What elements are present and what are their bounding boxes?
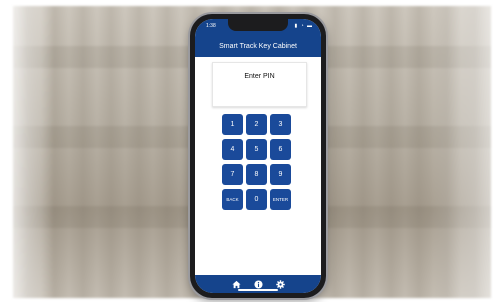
status-bar: 1:38 ▮ ◔ ▬ xyxy=(195,19,321,35)
key-0[interactable]: 0 xyxy=(246,189,267,210)
phone-notch xyxy=(228,19,288,31)
key-1[interactable]: 1 xyxy=(222,114,243,135)
pin-display[interactable]: Enter PIN xyxy=(212,62,307,107)
key-6[interactable]: 6 xyxy=(270,139,291,160)
key-4[interactable]: 4 xyxy=(222,139,243,160)
phone-screen: 1:38 ▮ ◔ ▬ Smart Track Key Cabinet Enter… xyxy=(195,19,321,293)
enter-button[interactable]: ENTER xyxy=(270,189,291,210)
pin-prompt: Enter PIN xyxy=(244,73,275,80)
status-time: 1:38 xyxy=(206,23,216,29)
phone-frame: 1:38 ▮ ◔ ▬ Smart Track Key Cabinet Enter… xyxy=(190,14,326,298)
app-title: Smart Track Key Cabinet xyxy=(219,42,297,50)
app-title-bar: Smart Track Key Cabinet xyxy=(195,35,321,57)
key-8[interactable]: 8 xyxy=(246,164,267,185)
back-button[interactable]: BACK xyxy=(222,189,243,210)
status-icons: ▮ ◔ ▬ xyxy=(294,23,313,29)
key-7[interactable]: 7 xyxy=(222,164,243,185)
key-5[interactable]: 5 xyxy=(246,139,267,160)
key-2[interactable]: 2 xyxy=(246,114,267,135)
key-3[interactable]: 3 xyxy=(270,114,291,135)
bottom-nav xyxy=(195,275,321,293)
home-indicator xyxy=(238,289,278,291)
key-9[interactable]: 9 xyxy=(270,164,291,185)
keypad: 1 2 3 4 5 6 7 8 9 BACK 0 ENTER xyxy=(222,114,296,210)
